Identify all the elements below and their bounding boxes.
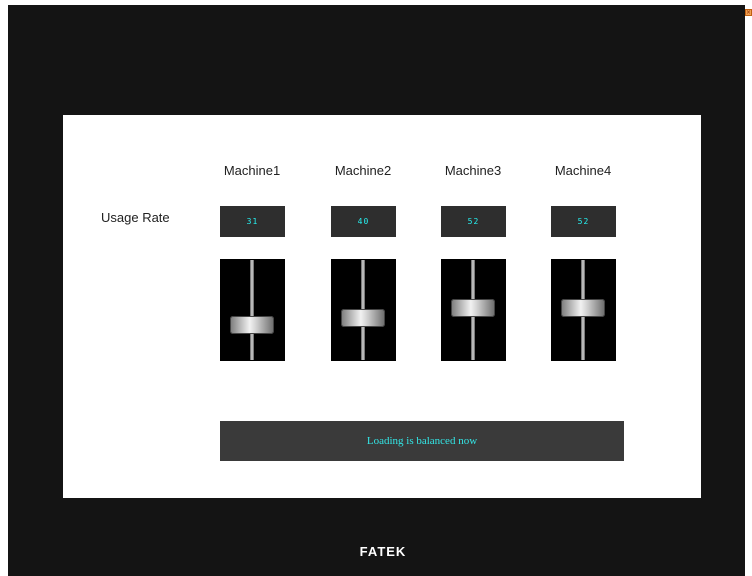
slider-thumb[interactable] [561,299,605,318]
status-message-bar: Loading is balanced now [220,421,624,461]
machine3-usage-readout: 52 [441,206,506,237]
machine3-usage-slider[interactable] [441,259,506,361]
machine2-usage-readout: 40 [331,206,396,237]
usage-rate-label: Usage Rate [101,210,170,225]
machine2-label: Machine2 [334,163,392,178]
machine3-label: Machine3 [444,163,502,178]
machine1-label: Machine1 [223,163,281,178]
brand-logo: FATEK [359,544,407,559]
status-message: Loading is balanced now [366,435,478,447]
slider-thumb[interactable] [341,309,385,327]
machine4-usage-readout: 52 [551,206,616,237]
slider-track [250,260,254,360]
machine4-label: Machine4 [554,163,612,178]
machine1-usage-slider[interactable] [220,259,285,361]
machine2-usage-slider[interactable] [331,259,396,361]
machine1-usage-readout: 31 [220,206,285,237]
slider-thumb[interactable] [230,316,274,335]
close-icon[interactable]: × [745,9,752,16]
machine4-usage-slider[interactable] [551,259,616,361]
slider-thumb[interactable] [451,299,495,318]
